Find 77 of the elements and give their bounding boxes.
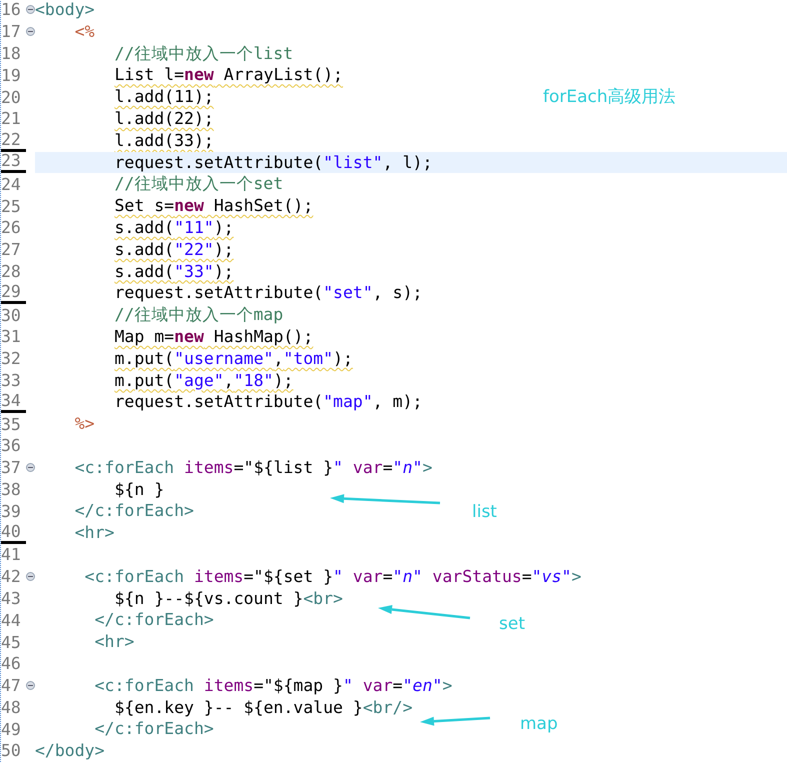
line-number: 24 [1, 174, 22, 194]
annotation-label: map [520, 714, 558, 734]
code-line: request.setAttribute("map", m); [113, 391, 422, 414]
line-number: 48 [1, 698, 22, 717]
annotation-title: forEach高级用法 [543, 86, 676, 108]
line-number: 41 [1, 545, 22, 564]
code-comment: //往域中放入一个list [113, 42, 294, 64]
code-line: <% [74, 20, 95, 43]
code-line: </c:forEach> [74, 500, 194, 522]
line-number: 18 [1, 44, 22, 63]
code-line: m.put("username","tom"); [113, 348, 353, 370]
code-line: ${en.key }-- ${en.value }<br/> [113, 696, 413, 718]
collapse-icon[interactable] [26, 681, 35, 690]
line-number: 19 [1, 66, 22, 85]
code-line: s.add("11"); [113, 216, 234, 239]
arrow [420, 716, 490, 726]
line-number: 49 [1, 720, 22, 739]
code-line: ${n }--${vs.count }<br> [113, 588, 343, 610]
code-line: </c:forEach> [94, 718, 214, 740]
line-number: 32 [1, 349, 22, 368]
code-line: s.add("22"); [113, 238, 234, 261]
line-number: 43 [1, 588, 22, 608]
code-line: Map m=new HashMap(); [113, 326, 314, 348]
line-number: 25 [1, 196, 22, 216]
code-line: </body> [35, 740, 105, 762]
code-line: s.add("33"); [113, 260, 234, 282]
code-line: List l=new ArrayList(); [113, 64, 343, 86]
code-comment: //往域中放入一个map [113, 304, 284, 326]
code-line: l.add(33); [113, 130, 214, 152]
line-number: 44 [1, 610, 22, 630]
code-line: <hr> [74, 522, 114, 544]
code-line: Set s=new HashSet(); [113, 195, 314, 217]
collapse-icon[interactable] [26, 27, 35, 36]
line-number: 34 [1, 391, 26, 414]
line-number: 42 [1, 567, 22, 586]
annotation-label: list [472, 502, 497, 522]
code-line: ${n } [113, 478, 164, 500]
code-line: <c:forEach items="${set }" var="n" varStatus="vs"> [84, 566, 582, 588]
line-number: 20 [1, 88, 22, 107]
line-number: 33 [1, 370, 22, 390]
line-number: 45 [1, 632, 22, 652]
code-comment: //往域中放入一个set [113, 173, 284, 196]
code-line: <body> [35, 0, 95, 21]
line-number: 23 [1, 151, 26, 174]
line-number: 39 [1, 502, 22, 521]
line-number: 27 [1, 240, 22, 260]
code-line: </c:forEach> [94, 609, 214, 632]
line-number: 35 [1, 414, 22, 434]
code-line: <c:forEach items="${list }" var="n"> [74, 456, 432, 479]
collapse-icon[interactable] [26, 572, 35, 582]
line-number: 21 [1, 109, 22, 128]
line-number: 46 [1, 654, 22, 674]
line-number: 29 [1, 282, 26, 304]
line-number: 47 [1, 676, 22, 696]
code-line: %> [74, 413, 95, 435]
line-number: 28 [1, 262, 22, 281]
line-number: 50 [1, 741, 22, 760]
line-number: 22 [1, 130, 26, 152]
code-line: <c:forEach items="${map }" var="en"> [94, 674, 452, 696]
line-number: 16 [1, 0, 22, 20]
line-number: 38 [1, 480, 22, 499]
line-number: 40 [1, 522, 26, 544]
code-line: <hr> [94, 631, 134, 653]
code-line: request.setAttribute("set", s); [113, 282, 422, 304]
line-number: 30 [1, 306, 22, 325]
collapse-icon[interactable] [26, 5, 35, 14]
code-line: m.put("age","18"); [113, 370, 294, 392]
line-number: 36 [1, 436, 22, 456]
line-number: 37 [1, 458, 22, 478]
collapse-icon[interactable] [26, 463, 35, 472]
line-number: 31 [1, 327, 22, 346]
line-number: 26 [1, 218, 22, 238]
code-line: request.setAttribute("list", l); [113, 152, 432, 174]
code-line: l.add(22); [113, 108, 214, 130]
code-line: l.add(11); [113, 86, 214, 108]
line-number: 17 [1, 22, 22, 42]
annotation-label: set [499, 614, 525, 634]
